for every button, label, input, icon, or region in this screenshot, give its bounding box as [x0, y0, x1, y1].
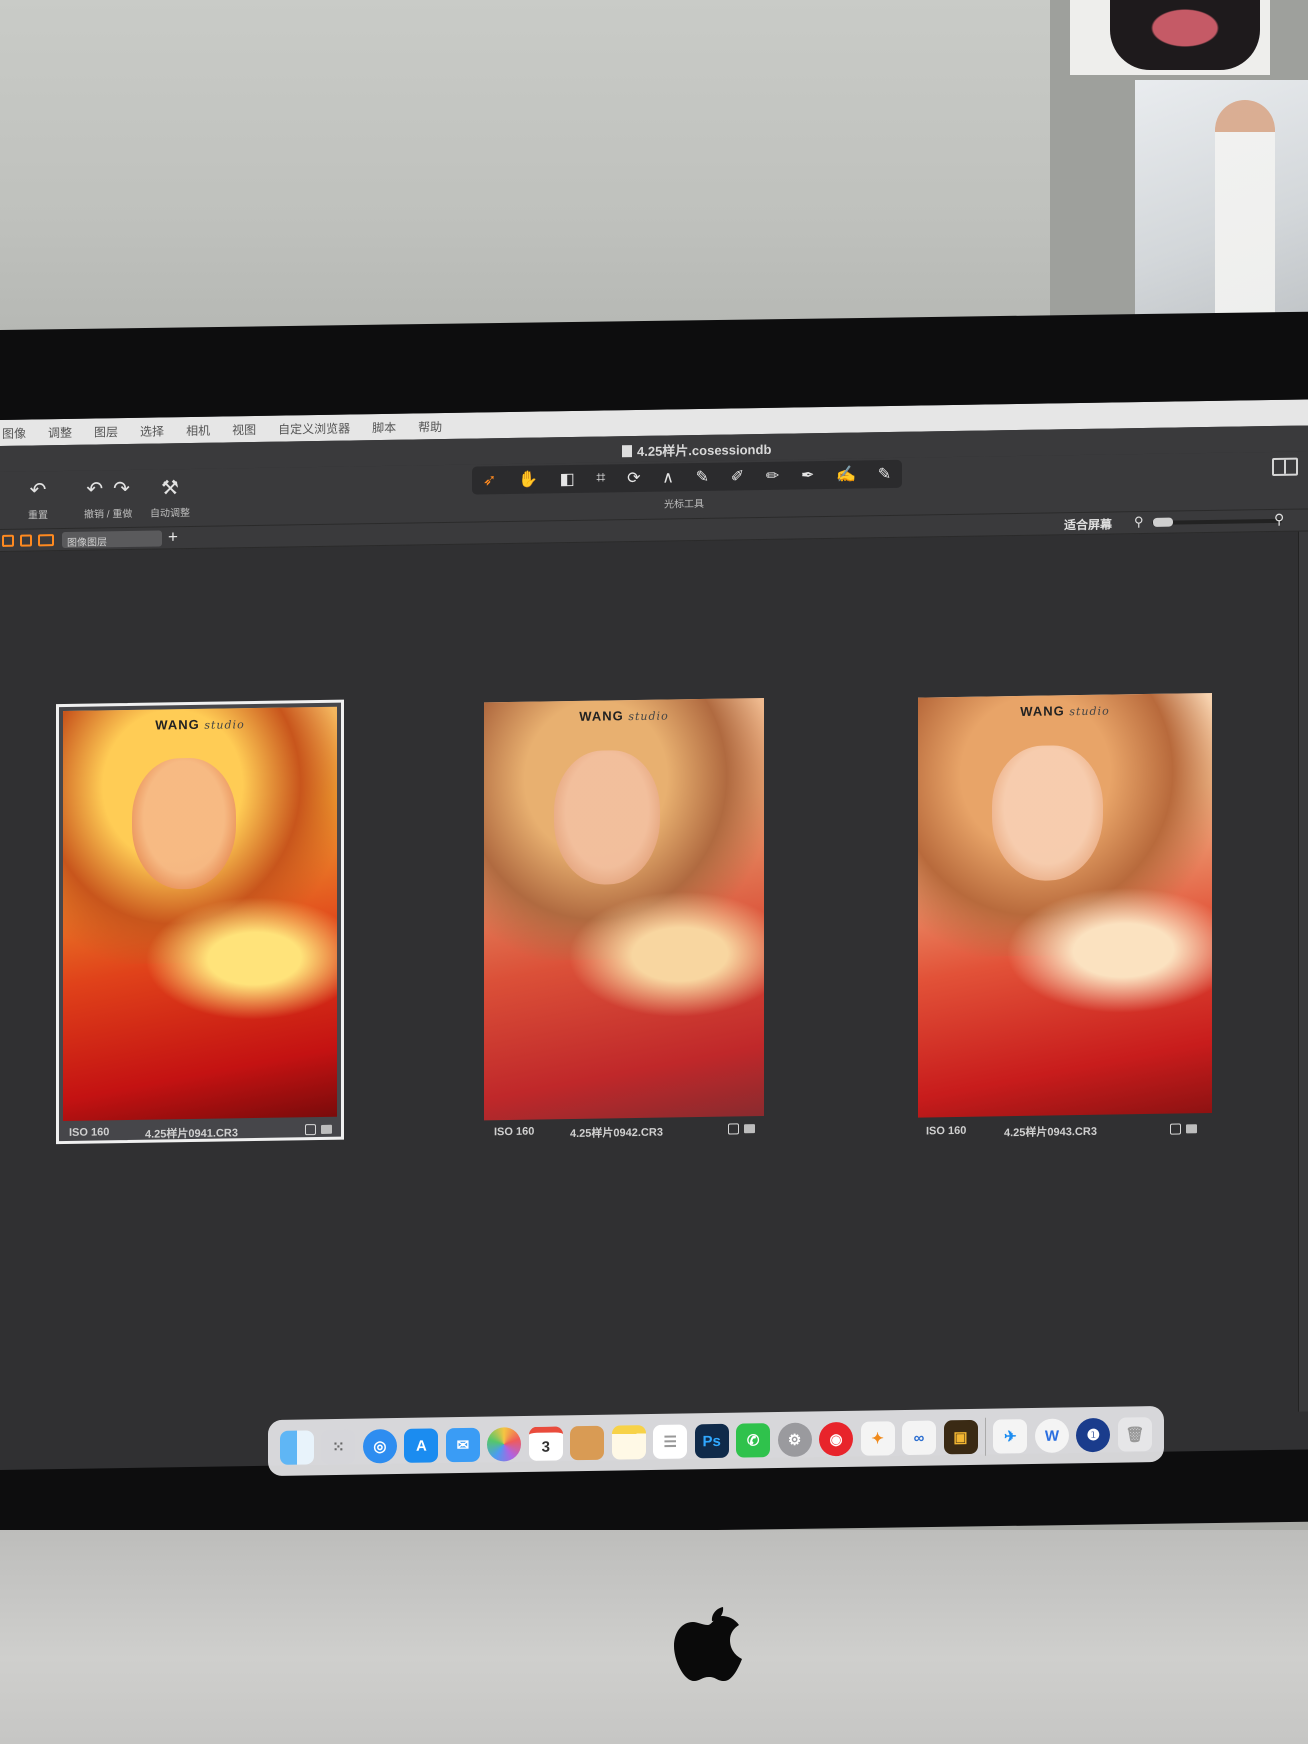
reset-label: 重置 — [28, 510, 48, 522]
photo-face — [991, 745, 1104, 882]
dock-separator — [984, 1417, 986, 1456]
poster-figure — [1215, 100, 1275, 330]
notes-icon[interactable] — [611, 1425, 646, 1460]
search-icon[interactable]: ⚲ — [1274, 511, 1284, 528]
thumbnail-card[interactable]: WANG studio ISO 160 4.25样片0942.CR3 — [484, 697, 770, 1142]
window-title: 4.25样片.cosessiondb — [622, 439, 771, 460]
mail-icon[interactable]: ✉ — [445, 1427, 480, 1463]
iso-label: ISO 160 — [69, 1126, 110, 1139]
filename-label: 4.25样片0943.CR3 — [1004, 1125, 1097, 1140]
keystone-icon[interactable]: ∧ — [662, 467, 674, 487]
filename-label: 4.25样片0942.CR3 — [570, 1126, 663, 1141]
document-icon — [622, 445, 632, 458]
select-checkbox[interactable] — [728, 1123, 739, 1135]
select-checkbox[interactable] — [1170, 1123, 1181, 1135]
word-icon[interactable]: W — [1034, 1418, 1069, 1453]
monitor-chin — [0, 1530, 1308, 1744]
pan-hand-icon[interactable]: ✋ — [518, 470, 538, 490]
lark-icon[interactable]: ✈ — [993, 1419, 1028, 1454]
undo-redo-label: 撤销 / 重做 — [84, 508, 133, 521]
auto-adjust-label: 自动调整 — [150, 508, 190, 520]
rotate-icon[interactable]: ⟳ — [627, 468, 640, 488]
single-view-icon[interactable] — [2, 534, 14, 547]
clone-icon[interactable]: ✍ — [836, 465, 856, 485]
right-tool-strip[interactable] — [1298, 531, 1308, 1412]
menu-help[interactable]: 帮助 — [418, 418, 442, 435]
fit-screen-button[interactable]: 适合屏幕 — [1064, 516, 1112, 534]
tag-icon[interactable] — [744, 1124, 755, 1134]
calendar-icon[interactable]: 3 — [528, 1426, 563, 1461]
undo-redo-group[interactable]: ↶ ↷ 撤销 / 重做 — [84, 476, 132, 521]
launchpad-icon[interactable]: ⁙ — [321, 1429, 356, 1465]
tag-icon[interactable] — [1186, 1124, 1197, 1134]
undo-icon[interactable]: ↶ — [86, 476, 103, 501]
menu-custom-browser[interactable]: 自定义浏览器 — [278, 419, 350, 437]
photoshop-icon[interactable]: Ps — [694, 1423, 729, 1459]
trash-icon[interactable]: 🗑 — [1117, 1417, 1152, 1452]
netease-music-icon[interactable]: ◉ — [819, 1421, 854, 1457]
photo-face — [554, 749, 661, 886]
tag-icon[interactable] — [321, 1124, 332, 1134]
menu-image[interactable]: 图像 — [2, 424, 26, 441]
photo-preview[interactable]: WANG studio — [484, 697, 764, 1121]
compare-view-icon[interactable] — [38, 534, 54, 547]
loupe-icon[interactable]: ◧ — [560, 469, 575, 489]
crop-icon[interactable]: ⌗ — [596, 469, 605, 487]
zoom-slider-handle[interactable] — [1153, 517, 1173, 527]
folder-icon[interactable] — [570, 1425, 605, 1461]
photo-preview[interactable]: WANG studio — [918, 692, 1212, 1118]
iso-label: ISO 160 — [494, 1125, 535, 1139]
thumbnail-card[interactable]: WANG studio ISO 160 4.25样片0943.CR3 — [918, 692, 1214, 1140]
brush-icon[interactable]: ✎ — [696, 467, 709, 487]
menu-adjust[interactable]: 调整 — [48, 423, 72, 440]
select-cursor-icon[interactable]: ➶ — [483, 470, 496, 490]
finder-icon[interactable] — [280, 1430, 314, 1465]
photo-preview[interactable]: WANG studio — [63, 706, 337, 1122]
photo-face — [131, 757, 236, 891]
thumbnail-card[interactable]: WANG studio ISO 160 4.25样片0941.CR3 — [56, 699, 344, 1145]
app-store-icon[interactable]: A — [404, 1428, 439, 1463]
reset-group[interactable]: ↶ 重置 — [28, 477, 48, 521]
heal-icon[interactable]: ✒ — [801, 465, 814, 485]
apple-logo-icon — [674, 1607, 742, 1681]
app-window: 图像 调整 图层 选择 相机 视图 自定义浏览器 脚本 帮助 4.25样片.co… — [0, 399, 1308, 1471]
pinned-photo — [1110, 0, 1260, 70]
menu-layer[interactable]: 图层 — [94, 423, 118, 440]
before-after-toggle-icon[interactable] — [1272, 457, 1298, 477]
iso-label: ISO 160 — [926, 1124, 967, 1138]
menu-select[interactable]: 选择 — [140, 422, 164, 439]
reminders-icon[interactable]: ☰ — [653, 1424, 688, 1459]
safari-icon[interactable]: ◎ — [362, 1429, 397, 1464]
onepassword-icon[interactable]: ❶ — [1076, 1417, 1111, 1453]
reset-icon[interactable]: ↶ — [30, 477, 47, 502]
capture-one-icon[interactable]: ∞ — [902, 1420, 937, 1456]
preview-icon[interactable]: ▣ — [943, 1419, 978, 1455]
cursor-tools-label: 光标工具 — [664, 498, 704, 511]
annotate-icon[interactable]: ✎ — [878, 464, 891, 484]
select-checkbox[interactable] — [305, 1124, 316, 1136]
add-icon[interactable]: + — [168, 527, 178, 547]
photos-icon[interactable] — [487, 1427, 522, 1462]
zoom-icon: ⚲ — [1134, 514, 1144, 530]
layer-select[interactable]: 图像图层 — [62, 530, 162, 549]
auto-adjust-group[interactable]: ⚒ 自动调整 — [150, 475, 190, 520]
gradient-mask-icon[interactable]: ✏ — [766, 466, 779, 486]
menu-view[interactable]: 视图 — [232, 420, 256, 437]
menu-camera[interactable]: 相机 — [186, 421, 210, 438]
redo-icon[interactable]: ↷ — [113, 476, 130, 501]
wechat-icon[interactable]: ✆ — [736, 1423, 771, 1458]
multi-view-icon[interactable] — [20, 534, 32, 547]
filename-label: 4.25样片0941.CR3 — [145, 1127, 238, 1141]
magic-wand-icon[interactable]: ⚒ — [161, 475, 179, 500]
app-icon[interactable]: ✦ — [860, 1421, 895, 1456]
menu-scripts[interactable]: 脚本 — [372, 418, 396, 435]
system-preferences-icon[interactable]: ⚙ — [777, 1422, 812, 1458]
eraser-icon[interactable]: ✐ — [731, 466, 744, 486]
cursor-tools: ➶ ✋ ◧ ⌗ ⟳ ∧ ✎ ✐ ✏ ✒ ✍ ✎ — [472, 459, 902, 495]
